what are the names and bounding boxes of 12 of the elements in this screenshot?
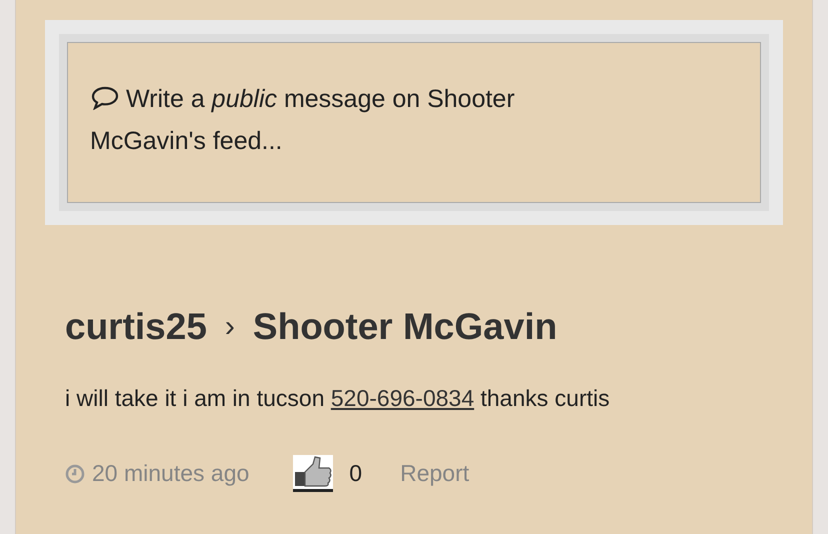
message-field[interactable]: Write a public message on Shooter McGavin's feed... bbox=[59, 34, 769, 211]
author-link[interactable]: curtis25 bbox=[65, 299, 207, 354]
timestamp: 20 minutes ago bbox=[92, 459, 250, 488]
placeholder-text: Write a public message on Shooter McGavin's feed... bbox=[90, 84, 516, 157]
chevron-icon: › bbox=[224, 304, 235, 350]
phone-link[interactable]: 520-696-0834 bbox=[330, 384, 474, 410]
like-count: 0 bbox=[349, 459, 362, 488]
recipient-link[interactable]: Shooter McGavin bbox=[252, 299, 558, 354]
speech-bubble-icon bbox=[90, 86, 120, 110]
clock-icon bbox=[65, 464, 85, 484]
thumbs-up-icon[interactable] bbox=[293, 455, 334, 492]
post-message: i will take it i am in tucson 520-696-0834 thanks curtis bbox=[65, 384, 611, 412]
